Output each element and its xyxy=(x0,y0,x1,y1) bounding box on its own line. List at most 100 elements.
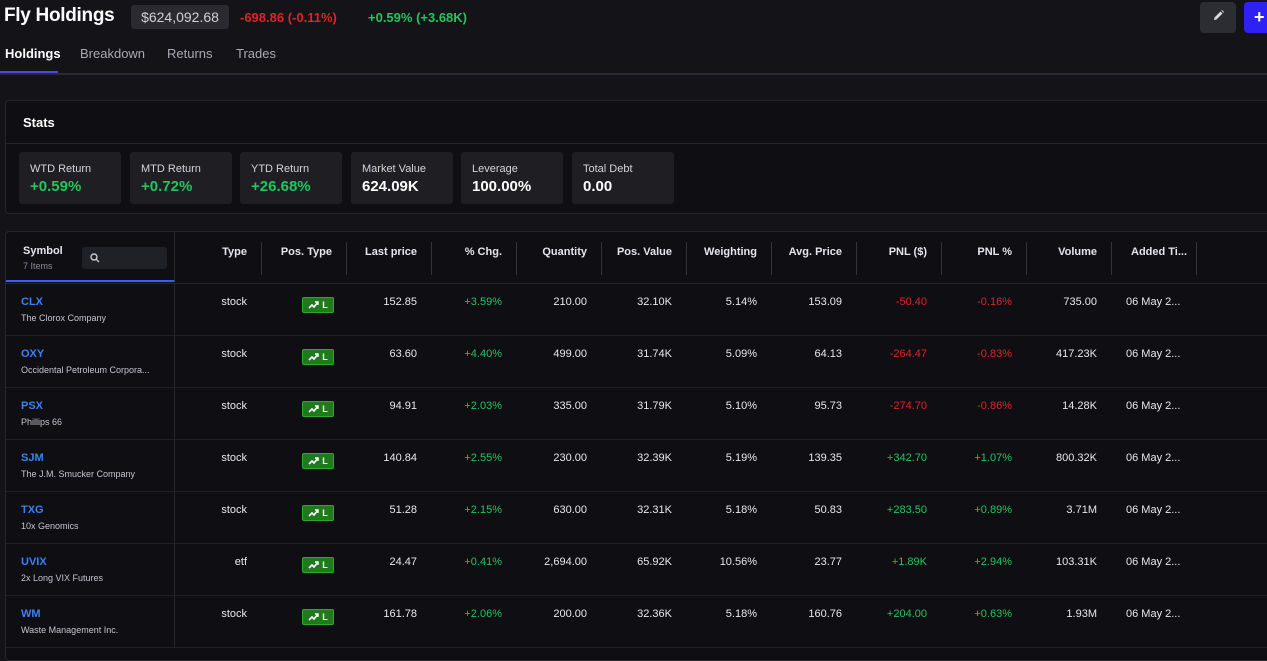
pencil-icon xyxy=(1212,9,1225,27)
cell-weighting: 10.56% xyxy=(719,556,757,568)
long-position-badge: L xyxy=(302,401,334,417)
trend-up-icon xyxy=(308,348,319,366)
column-resize-handle[interactable] xyxy=(1111,242,1112,275)
col-pos-value-header[interactable]: Pos. Value xyxy=(617,246,672,258)
cell-avg-price: 64.13 xyxy=(814,348,842,360)
tab-trades[interactable]: Trades xyxy=(236,46,276,75)
position-type-label: L xyxy=(322,508,328,518)
cell-chg: +2.55% xyxy=(464,452,502,464)
column-resize-handle[interactable] xyxy=(261,242,262,275)
cell-volume: 14.28K xyxy=(1062,400,1097,412)
company-name: The Clorox Company xyxy=(21,313,107,323)
col-quantity-header[interactable]: Quantity xyxy=(542,246,587,258)
stat-mtd-return: MTD Return +0.72% xyxy=(130,152,232,204)
column-resize-handle[interactable] xyxy=(856,242,857,275)
table-row[interactable]: WM Waste Management Inc. stock L 161.78 +2.06… xyxy=(6,596,1267,648)
table-row[interactable]: UVIX 2x Long VIX Futures etf L 24.47 +0.41% 2,… xyxy=(6,544,1267,596)
ticker-link[interactable]: PSX xyxy=(21,400,43,412)
column-resize-handle[interactable] xyxy=(1026,242,1027,275)
column-resize-handle[interactable] xyxy=(771,242,772,275)
table-row[interactable]: TXG 10x Genomics stock L 51.28 +2.15% 630.00 32… xyxy=(6,492,1267,544)
col-pnl-pct-header[interactable]: PNL % xyxy=(977,246,1012,258)
cell-pos-value: 31.79K xyxy=(637,400,672,412)
trend-up-icon xyxy=(308,608,319,626)
column-resize-handle[interactable] xyxy=(1196,242,1197,275)
column-resize-handle[interactable] xyxy=(686,242,687,275)
cell-type: stock xyxy=(221,296,247,308)
ticker-link[interactable]: UVIX xyxy=(21,556,47,568)
cell-volume: 417.23K xyxy=(1056,348,1097,360)
edit-button[interactable] xyxy=(1200,2,1236,33)
stat-label: Leverage xyxy=(472,163,518,175)
stat-wtd-return: WTD Return +0.59% xyxy=(19,152,121,204)
column-resize-handle[interactable] xyxy=(431,242,432,275)
stat-value: 0.00 xyxy=(583,178,613,195)
symbol-cell: OXY Occidental Petroleum Corpora... xyxy=(6,336,175,388)
cell-pos-value: 32.10K xyxy=(637,296,672,308)
table-row[interactable]: PSX Phillips 66 stock L 94.91 +2.03% 335.00 31.… xyxy=(6,388,1267,440)
symbol-column-header[interactable]: Symbol 7 Items xyxy=(6,232,175,282)
column-resize-handle[interactable] xyxy=(601,242,602,275)
company-name: 2x Long VIX Futures xyxy=(21,573,104,583)
cell-volume: 1.93M xyxy=(1066,608,1097,620)
col-added-time-header[interactable]: Added Ti... xyxy=(1131,246,1187,258)
ticker-link[interactable]: SJM xyxy=(21,452,44,464)
divider xyxy=(6,143,1267,144)
cell-last-price: 63.60 xyxy=(389,348,417,360)
cell-quantity: 2,694.00 xyxy=(544,556,587,568)
long-position-badge: L xyxy=(302,453,334,469)
cell-quantity: 200.00 xyxy=(553,608,587,620)
tab-breakdown[interactable]: Breakdown xyxy=(80,46,145,75)
stat-ytd-return: YTD Return +26.68% xyxy=(240,152,342,204)
trend-up-icon xyxy=(308,296,319,314)
ticker-link[interactable]: TXG xyxy=(21,504,44,516)
add-button[interactable]: + xyxy=(1244,2,1267,33)
total-value: $624,092.68 xyxy=(131,5,229,29)
cell-pnl-pct: -0.16% xyxy=(977,296,1012,308)
cell-weighting: 5.14% xyxy=(725,296,757,308)
col-weighting-header[interactable]: Weighting xyxy=(704,246,757,258)
cell-pnl-pct: +2.94% xyxy=(974,556,1012,568)
symbol-cell: WM Waste Management Inc. xyxy=(6,596,175,648)
cell-quantity: 230.00 xyxy=(553,452,587,464)
cell-type: stock xyxy=(221,608,247,620)
cell-chg: +0.41% xyxy=(464,556,502,568)
cell-pnl-pct: +0.89% xyxy=(974,504,1012,516)
tab-returns[interactable]: Returns xyxy=(167,46,213,75)
cell-volume: 800.32K xyxy=(1056,452,1097,464)
cell-type: stock xyxy=(221,452,247,464)
cell-pos-value: 31.74K xyxy=(637,348,672,360)
table-row[interactable]: SJM The J.M. Smucker Company stock L 140.84 +… xyxy=(6,440,1267,492)
col-last-price-header[interactable]: Last price xyxy=(365,246,417,258)
col-chg-header[interactable]: % Chg. xyxy=(465,246,502,258)
col-pnl-header[interactable]: PNL ($) xyxy=(889,246,927,258)
cell-added: 06 May 2... xyxy=(1126,452,1181,464)
table-row[interactable]: CLX The Clorox Company stock L 152.85 +3.59% 2… xyxy=(6,284,1267,336)
cell-last-price: 140.84 xyxy=(383,452,417,464)
col-volume-header[interactable]: Volume xyxy=(1058,246,1097,258)
active-tab-indicator xyxy=(0,71,58,73)
cell-pnl: +283.50 xyxy=(886,504,927,516)
cell-avg-price: 23.77 xyxy=(814,556,842,568)
col-pos-type-header[interactable]: Pos. Type xyxy=(281,246,332,258)
cell-avg-price: 160.76 xyxy=(808,608,842,620)
column-resize-handle[interactable] xyxy=(346,242,347,275)
cell-weighting: 5.18% xyxy=(725,504,757,516)
column-resize-handle[interactable] xyxy=(941,242,942,275)
long-position-badge: L xyxy=(302,557,334,573)
ticker-link[interactable]: OXY xyxy=(21,348,44,360)
symbol-search-input[interactable] xyxy=(82,247,167,269)
cell-weighting: 5.19% xyxy=(725,452,757,464)
col-type-header[interactable]: Type xyxy=(222,246,247,258)
column-resize-handle[interactable] xyxy=(516,242,517,275)
table-row[interactable]: OXY Occidental Petroleum Corpora... stock L… xyxy=(6,336,1267,388)
cell-pos-value: 32.31K xyxy=(637,504,672,516)
holdings-table: Symbol 7 Items Type Pos. Type Last price % … xyxy=(5,231,1267,661)
cell-added: 06 May 2... xyxy=(1126,348,1181,360)
cell-type: stock xyxy=(221,348,247,360)
cell-pnl-pct: -0.83% xyxy=(977,348,1012,360)
ticker-link[interactable]: CLX xyxy=(21,296,43,308)
col-avg-price-header[interactable]: Avg. Price xyxy=(789,246,842,258)
ticker-link[interactable]: WM xyxy=(21,608,41,620)
cell-added: 06 May 2... xyxy=(1126,400,1181,412)
